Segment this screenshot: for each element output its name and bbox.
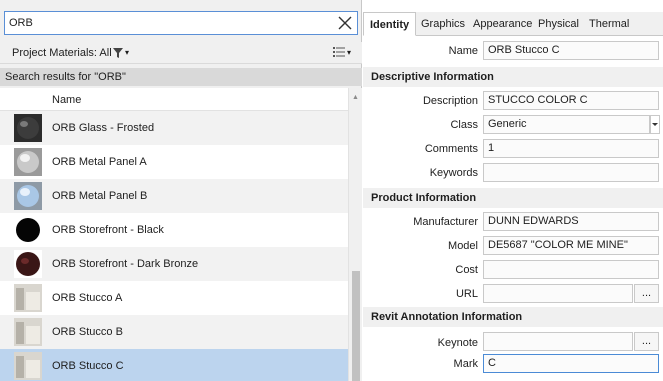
material-browser: Project Materials: All ▾ ▾ Search result… [0, 0, 663, 381]
mark-label: Mark [453, 358, 478, 370]
list-item-label: ORB Storefront - Black [52, 224, 164, 236]
chevron-down-icon [652, 123, 658, 126]
tab-appearance[interactable]: Appearance [473, 12, 532, 36]
list-item[interactable]: ORB Stucco C [0, 349, 348, 381]
list-item[interactable]: ORB Stucco A [0, 281, 348, 315]
scroll-up-icon[interactable]: ▲ [352, 94, 359, 101]
list-item-label: ORB Stucco A [52, 292, 123, 304]
search-input[interactable] [9, 15, 329, 31]
column-header-name: Name [52, 94, 82, 106]
material-list: ORB Glass - Frosted ORB Metal Panel A OR… [0, 111, 348, 381]
list-item[interactable]: ORB Metal Panel A [0, 145, 348, 179]
product-section-header[interactable]: Product Information [363, 188, 663, 208]
descriptive-section-header[interactable]: Descriptive Information [363, 67, 663, 87]
list-item[interactable]: ORB Metal Panel B [0, 179, 348, 213]
results-label: Search results for "ORB" [5, 71, 126, 83]
list-item-label: ORB Metal Panel A [52, 156, 147, 168]
material-properties-pane: Identity Graphics Appearance Physical Th… [363, 0, 663, 381]
list-item[interactable]: ORB Stucco B [0, 315, 348, 349]
search-box[interactable] [4, 11, 358, 35]
column-header[interactable]: Name [0, 88, 348, 111]
scrollbar-thumb[interactable] [352, 271, 360, 381]
funnel-icon[interactable] [113, 48, 123, 58]
keywords-label: Keywords [429, 167, 478, 179]
tab-identity[interactable]: Identity [363, 12, 417, 36]
stucco-thumbnail-icon [14, 318, 42, 346]
tab-graphics[interactable]: Graphics [421, 12, 465, 36]
url-field[interactable] [483, 284, 633, 303]
keywords-field[interactable] [483, 163, 659, 182]
tab-thermal[interactable]: Thermal [589, 12, 629, 36]
list-item[interactable]: ORB Storefront - Dark Bronze [0, 247, 348, 281]
chevron-down-icon[interactable]: ▾ [347, 48, 351, 57]
class-label: Class [450, 119, 478, 131]
list-item[interactable]: ORB Storefront - Black [0, 213, 348, 247]
class-dropdown-button[interactable] [650, 115, 660, 134]
material-thumbnail-icon [14, 182, 42, 210]
manufacturer-field[interactable]: DUNN EDWARDS [483, 212, 659, 231]
list-scrollbar[interactable]: ▲ [348, 88, 362, 381]
model-field[interactable]: DE5687 "COLOR ME MINE" [483, 236, 659, 255]
filter-bar: Project Materials: All ▾ ▾ [0, 42, 362, 64]
keynote-field[interactable] [483, 332, 633, 351]
list-item[interactable]: ORB Glass - Frosted [0, 111, 348, 145]
cost-field[interactable] [483, 260, 659, 279]
description-label: Description [422, 95, 478, 107]
mark-field[interactable]: C [483, 354, 659, 373]
stucco-thumbnail-icon [14, 352, 42, 380]
cost-label: Cost [455, 264, 478, 276]
comments-label: Comments [424, 143, 478, 155]
results-header: Search results for "ORB" [0, 68, 362, 86]
chevron-down-icon[interactable]: ▾ [125, 48, 129, 57]
list-view-icon[interactable] [333, 46, 345, 58]
manufacturer-label: Manufacturer [413, 216, 478, 228]
material-thumbnail-icon [14, 148, 42, 176]
annotation-section-header[interactable]: Revit Annotation Information [363, 307, 663, 327]
url-browse-button[interactable]: ... [634, 284, 659, 303]
list-item-label: ORB Glass - Frosted [52, 122, 155, 134]
close-icon[interactable] [336, 14, 354, 32]
list-item-label: ORB Metal Panel B [52, 190, 148, 202]
material-list-pane: Project Materials: All ▾ ▾ Search result… [0, 0, 362, 381]
description-field[interactable]: STUCCO COLOR C [483, 91, 659, 110]
list-item-label: ORB Stucco C [52, 360, 124, 372]
material-thumbnail-icon [14, 250, 42, 278]
material-thumbnail-icon [14, 216, 42, 244]
material-thumbnail-icon [14, 114, 42, 142]
name-field[interactable]: ORB Stucco C [483, 41, 659, 60]
comments-field[interactable]: 1 [483, 139, 659, 158]
list-item-label: ORB Storefront - Dark Bronze [52, 258, 199, 270]
keynote-browse-button[interactable]: ... [634, 332, 659, 351]
list-item-label: ORB Stucco B [52, 326, 123, 338]
name-label: Name [448, 45, 478, 57]
keynote-label: Keynote [437, 337, 478, 349]
model-label: Model [448, 240, 478, 252]
class-select[interactable]: Generic [483, 115, 650, 134]
url-label: URL [455, 288, 478, 300]
filter-dropdown-label[interactable]: Project Materials: All [12, 47, 112, 59]
tab-physical[interactable]: Physical [538, 12, 579, 36]
stucco-thumbnail-icon [14, 284, 42, 312]
property-tabs: Identity Graphics Appearance Physical Th… [363, 12, 663, 36]
